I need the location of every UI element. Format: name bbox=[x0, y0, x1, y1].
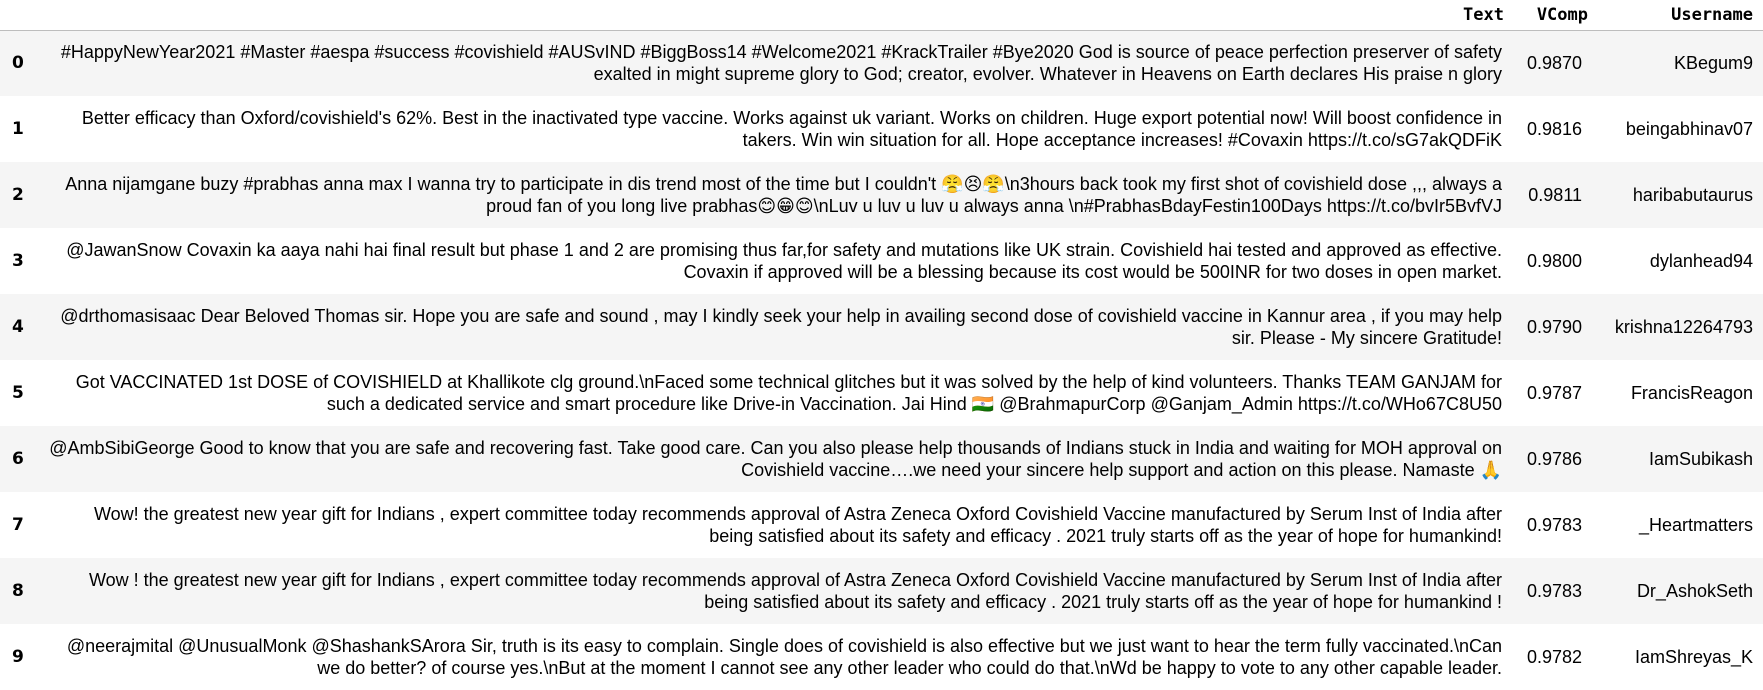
row-index: 4 bbox=[12, 317, 24, 337]
cell-vcomp: 0.9811 bbox=[1528, 185, 1582, 205]
row-index: 2 bbox=[12, 185, 24, 205]
cell-text: Got VACCINATED 1st DOSE of COVISHIELD at… bbox=[75, 372, 1502, 414]
table-header: Text VComp Username bbox=[0, 0, 1763, 30]
cell-vcomp: 0.9786 bbox=[1526, 449, 1582, 469]
table-row: 7 Wow! the greatest new year gift for Ind… bbox=[0, 492, 1763, 558]
table-row: 2 Anna nijamgane buzy #prabhas anna max I… bbox=[0, 162, 1763, 228]
table-row: 8 Wow ! the greatest new year gift for In… bbox=[0, 558, 1763, 624]
dataframe-table: Text VComp Username 0 #HappyNewYear2021 #… bbox=[0, 0, 1763, 690]
cell-vcomp: 0.9782 bbox=[1526, 647, 1582, 667]
cell-vcomp: 0.9816 bbox=[1526, 119, 1582, 139]
cell-text: Anna nijamgane buzy #prabhas anna max I … bbox=[65, 174, 1502, 216]
table-row: 9 @neerajmital @UnusualMonk @ShashankSAro… bbox=[0, 624, 1763, 690]
cell-vcomp: 0.9787 bbox=[1526, 383, 1582, 403]
cell-username: FrancisReagon bbox=[1630, 383, 1753, 403]
header-index bbox=[0, 0, 42, 30]
cell-vcomp: 0.9870 bbox=[1526, 53, 1582, 74]
cell-username: haribabutaurus bbox=[1632, 185, 1753, 205]
cell-text: Wow ! the greatest new year gift for Ind… bbox=[88, 570, 1502, 612]
row-index: 3 bbox=[12, 251, 24, 271]
cell-username: Dr_AshokSeth bbox=[1636, 581, 1753, 601]
cell-text: #HappyNewYear2021 #Master #aespa #succes… bbox=[60, 42, 1502, 85]
row-index: 7 bbox=[12, 515, 24, 535]
cell-vcomp: 0.9800 bbox=[1526, 251, 1582, 271]
cell-vcomp: 0.9790 bbox=[1526, 317, 1582, 337]
table-row: 4 @drthomasisaac Dear Beloved Thomas sir.… bbox=[0, 294, 1763, 360]
cell-username: IamSubikash bbox=[1648, 449, 1753, 469]
table-row: 3 @JawanSnow Covaxin ka aaya nahi hai fin… bbox=[0, 228, 1763, 294]
header-row: Text VComp Username bbox=[0, 0, 1763, 30]
cell-text: @drthomasisaac Dear Beloved Thomas sir. … bbox=[60, 306, 1502, 348]
row-index: 5 bbox=[12, 383, 24, 403]
cell-text: @JawanSnow Covaxin ka aaya nahi hai fina… bbox=[66, 240, 1502, 282]
cell-username: dylanhead94 bbox=[1649, 251, 1753, 271]
cell-vcomp: 0.9783 bbox=[1526, 581, 1582, 601]
table-row: 0 #HappyNewYear2021 #Master #aespa #succe… bbox=[0, 30, 1763, 96]
cell-username: KBegum9 bbox=[1673, 53, 1753, 74]
cell-username: IamShreyas_K bbox=[1634, 647, 1753, 667]
row-index: 6 bbox=[12, 449, 24, 469]
cell-username: _Heartmatters bbox=[1638, 515, 1753, 535]
header-vcomp: VComp bbox=[1536, 4, 1588, 25]
header-username: Username bbox=[1671, 4, 1753, 25]
cell-username: krishna12264793 bbox=[1614, 317, 1753, 337]
cell-vcomp: 0.9783 bbox=[1526, 515, 1582, 535]
row-index: 8 bbox=[12, 581, 24, 601]
header-text: Text bbox=[1463, 4, 1504, 25]
table-row: 5 Got VACCINATED 1st DOSE of COVISHIELD a… bbox=[0, 360, 1763, 426]
cell-text: Better efficacy than Oxford/covishield's… bbox=[81, 108, 1502, 150]
row-index: 0 bbox=[12, 53, 24, 74]
row-index: 1 bbox=[12, 119, 24, 139]
table-body: 0 #HappyNewYear2021 #Master #aespa #succe… bbox=[0, 30, 1763, 690]
table-row: 1 Better efficacy than Oxford/covishield'… bbox=[0, 96, 1763, 162]
table-row: 6 @AmbSibiGeorge Good to know that you ar… bbox=[0, 426, 1763, 492]
cell-text: @AmbSibiGeorge Good to know that you are… bbox=[49, 438, 1502, 480]
cell-username: beingabhinav07 bbox=[1625, 119, 1753, 139]
cell-text: Wow! the greatest new year gift for Indi… bbox=[93, 504, 1502, 546]
cell-text: @neerajmital @UnusualMonk @ShashankSAror… bbox=[66, 636, 1502, 678]
row-index: 9 bbox=[12, 647, 24, 667]
